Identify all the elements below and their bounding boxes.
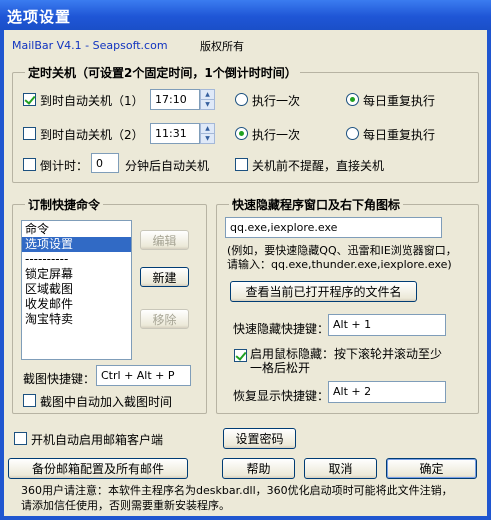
no-prompt-label: 关机前不提醒，直接关机	[252, 159, 385, 173]
timer2-daily-radio[interactable]	[346, 127, 359, 140]
shutdown-group: 定时关机（可设置2个固定时间，1个倒计时时间） 到时自动关机（1） 17:10 …	[12, 64, 479, 183]
notice-line2: 请添加信任使用，否则需要重新安装程序。	[21, 499, 230, 512]
list-item[interactable]: 锁定屏幕	[22, 267, 131, 282]
edit-button[interactable]: 编辑	[140, 230, 189, 250]
spin-down-icon[interactable]: ▼	[201, 134, 214, 143]
countdown-checkbox[interactable]	[23, 158, 36, 171]
list-item[interactable]: 收发邮件	[22, 297, 131, 312]
timer2-label: 到时自动关机（2）	[40, 128, 144, 142]
mouse-hide-label-line2: 一格后松开	[250, 361, 311, 375]
autostart-checkbox[interactable]	[14, 432, 27, 445]
help-button[interactable]: 帮助	[222, 458, 295, 479]
remove-button[interactable]: 移除	[140, 309, 189, 329]
backup-button[interactable]: 备份邮箱配置及所有邮件	[8, 458, 188, 479]
dialog-client: MailBar V4.1 - Seapsoft.com 版权所有 定时关机（可设…	[4, 30, 487, 516]
hide-window-title: 快速隐藏程序窗口及右下角图标	[229, 196, 404, 213]
add-time-label: 截图中自动加入截图时间	[40, 395, 173, 409]
options-dialog: 选项设置 MailBar V4.1 - Seapsoft.com 版权所有 定时…	[0, 0, 491, 520]
hide-hotkey-label: 快速隐藏快捷键：	[233, 322, 330, 336]
timer2-spinner[interactable]: ▲ ▼	[200, 123, 215, 144]
screenshot-hotkey-label: 截图快捷键：	[23, 372, 96, 386]
process-list-input[interactable]: qq.exe,iexplore.exe	[225, 217, 442, 238]
command-list[interactable]: 命令 选项设置 ---------- 锁定屏幕 区域截图 收发邮件 淘宝特卖	[21, 220, 132, 360]
countdown-label: 倒计时：	[40, 159, 89, 173]
add-time-checkbox[interactable]	[23, 394, 36, 407]
countdown-suffix: 分钟后自动关机	[125, 159, 210, 173]
spin-up-icon[interactable]: ▲	[201, 90, 214, 100]
timer2-checkbox[interactable]	[23, 127, 36, 140]
product-link[interactable]: MailBar V4.1 - Seapsoft.com	[12, 39, 168, 52]
quick-commands-title: 订制快捷命令	[25, 196, 104, 213]
timer1-once-radio[interactable]	[235, 93, 248, 106]
list-item[interactable]: 命令	[22, 222, 131, 237]
quick-commands-group: 订制快捷命令 命令 选项设置 ---------- 锁定屏幕 区域截图 收发邮件…	[12, 196, 207, 414]
list-item[interactable]: 淘宝特卖	[22, 312, 131, 327]
notice-line1: 360用户请注意：本软件主程序名为deskbar.dll，360优化启动项时可能…	[21, 484, 453, 497]
list-item[interactable]: 选项设置	[22, 237, 131, 252]
restore-hotkey-label: 恢复显示快捷键：	[233, 389, 330, 403]
timer2-once-label: 执行一次	[252, 128, 301, 142]
timer2-daily-label: 每日重复执行	[363, 128, 436, 142]
timer1-spinner[interactable]: ▲ ▼	[200, 89, 215, 110]
spin-down-icon[interactable]: ▼	[201, 100, 214, 109]
autostart-label: 开机自动启用邮箱客户端	[31, 433, 164, 447]
timer1-checkbox[interactable]	[23, 93, 36, 106]
copyright-label: 版权所有	[200, 40, 244, 53]
hint-line1: (例如，要快速隐藏QQ、迅雷和IE浏览器窗口，	[227, 244, 457, 257]
screenshot-hotkey-input[interactable]: Ctrl + Alt + P	[96, 365, 191, 386]
countdown-input[interactable]: 0	[91, 153, 119, 173]
new-button[interactable]: 新建	[140, 267, 189, 287]
cancel-button[interactable]: 取消	[304, 458, 377, 479]
timer1-daily-radio[interactable]	[346, 93, 359, 106]
set-password-button[interactable]: 设置密码	[223, 428, 296, 449]
timer1-label: 到时自动关机（1）	[40, 94, 144, 108]
timer1-daily-label: 每日重复执行	[363, 94, 436, 108]
timer2-once-radio[interactable]	[235, 127, 248, 140]
window-title[interactable]: 选项设置	[0, 0, 491, 30]
shutdown-group-title: 定时关机（可设置2个固定时间，1个倒计时时间）	[25, 64, 300, 81]
mouse-hide-checkbox[interactable]	[234, 349, 247, 362]
view-open-programs-button[interactable]: 查看当前已打开程序的文件名	[230, 281, 417, 302]
list-item[interactable]: ----------	[22, 252, 131, 267]
hint-line2: 请输入：qq.exe,thunder.exe,iexplore.exe)	[227, 258, 452, 271]
hide-window-group: 快速隐藏程序窗口及右下角图标 qq.exe,iexplore.exe (例如，要…	[216, 196, 479, 414]
timer1-once-label: 执行一次	[252, 94, 301, 108]
list-item[interactable]: 区域截图	[22, 282, 131, 297]
no-prompt-checkbox[interactable]	[235, 158, 248, 171]
timer1-time-input[interactable]: 17:10	[150, 89, 200, 110]
restore-hotkey-input[interactable]: Alt + 2	[328, 381, 446, 403]
spin-up-icon[interactable]: ▲	[201, 124, 214, 134]
hide-hotkey-input[interactable]: Alt + 1	[328, 314, 446, 336]
timer2-time-input[interactable]: 11:31	[150, 123, 200, 144]
ok-button[interactable]: 确定	[386, 458, 477, 479]
